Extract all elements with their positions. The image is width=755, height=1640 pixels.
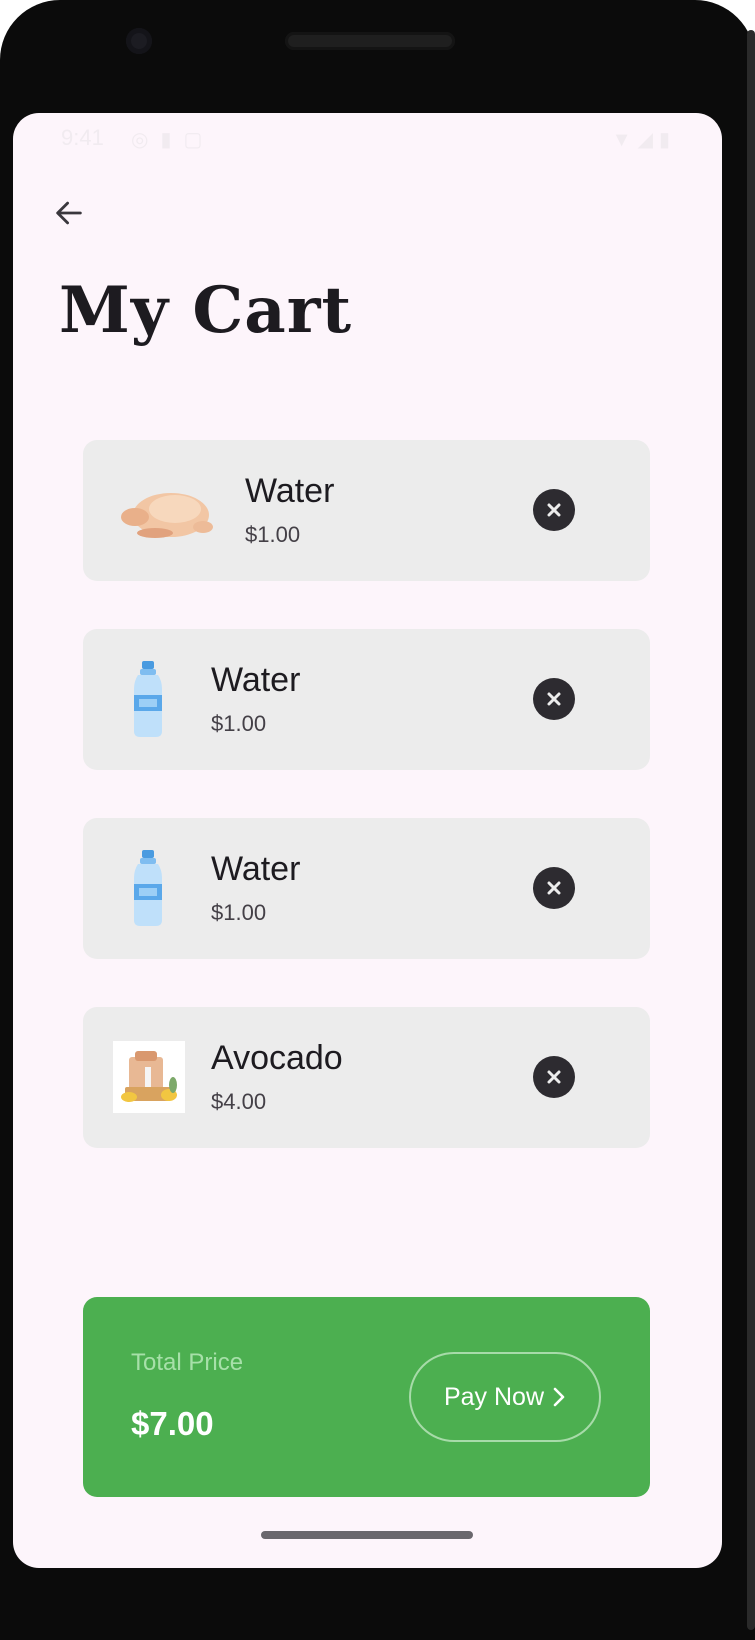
- remove-item-button[interactable]: [533, 1056, 575, 1098]
- status-bar: 9:41 ◎▮▢ ▼◢▮: [13, 113, 722, 165]
- total-price-value: $7.00: [131, 1405, 214, 1442]
- item-name: Avocado: [211, 1039, 343, 1077]
- page-title: My Cart: [59, 273, 352, 348]
- cart-item: Water $1.00: [83, 629, 650, 770]
- status-time: 9:41: [61, 125, 104, 150]
- battery-icon: ▮: [658, 129, 676, 151]
- item-name: Water: [211, 661, 301, 699]
- grocery-bag-image: [113, 1041, 185, 1113]
- total-price-card: Total Price $7.00 Pay Now: [83, 1297, 650, 1497]
- water-bottle-image: [113, 846, 183, 930]
- pay-now-button[interactable]: Pay Now: [409, 1352, 601, 1442]
- total-price-label: Total Price: [131, 1349, 244, 1376]
- item-price: $4.00: [211, 1089, 267, 1114]
- wifi-icon: ▼: [611, 129, 638, 151]
- back-button[interactable]: [47, 191, 91, 235]
- signal-icon: ◢: [637, 129, 659, 151]
- screenshot-icon: ▢: [183, 129, 215, 151]
- item-price: $1.00: [211, 711, 267, 736]
- cart-item: Avocado $4.00: [83, 1007, 650, 1148]
- arrow-left-icon: [56, 201, 82, 225]
- item-price: $1.00: [211, 900, 267, 925]
- earpiece-speaker: [285, 32, 455, 50]
- location-icon: ◎: [131, 129, 161, 151]
- close-icon: [547, 503, 561, 517]
- status-icons-left: ◎▮▢: [131, 127, 214, 152]
- sd-card-icon: ▮: [160, 129, 184, 151]
- remove-item-button[interactable]: [533, 678, 575, 720]
- front-camera: [126, 28, 152, 54]
- device-frame: 9:41 ◎▮▢ ▼◢▮ My Cart Water $1.00 Water $…: [0, 0, 755, 1640]
- water-bottle-image: [113, 657, 183, 741]
- close-icon: [547, 881, 561, 895]
- cart-list: Water $1.00 Water $1.00 Water $1.00 Avoc…: [83, 440, 650, 1148]
- item-price: $1.00: [245, 522, 301, 547]
- close-icon: [547, 692, 561, 706]
- app-screen: 9:41 ◎▮▢ ▼◢▮ My Cart Water $1.00 Water $…: [13, 113, 722, 1568]
- status-icons-right: ▼◢▮: [612, 127, 676, 152]
- pay-now-label: Pay Now: [443, 1382, 545, 1411]
- remove-item-button[interactable]: [533, 867, 575, 909]
- chicken-image: [113, 468, 217, 552]
- chevron-right-icon: [553, 1387, 565, 1407]
- close-icon: [547, 1070, 561, 1084]
- home-indicator[interactable]: [261, 1531, 473, 1539]
- cart-item: Water $1.00: [83, 440, 650, 581]
- item-name: Water: [245, 472, 335, 510]
- remove-item-button[interactable]: [533, 489, 575, 531]
- cart-item: Water $1.00: [83, 818, 650, 959]
- item-name: Water: [211, 850, 301, 888]
